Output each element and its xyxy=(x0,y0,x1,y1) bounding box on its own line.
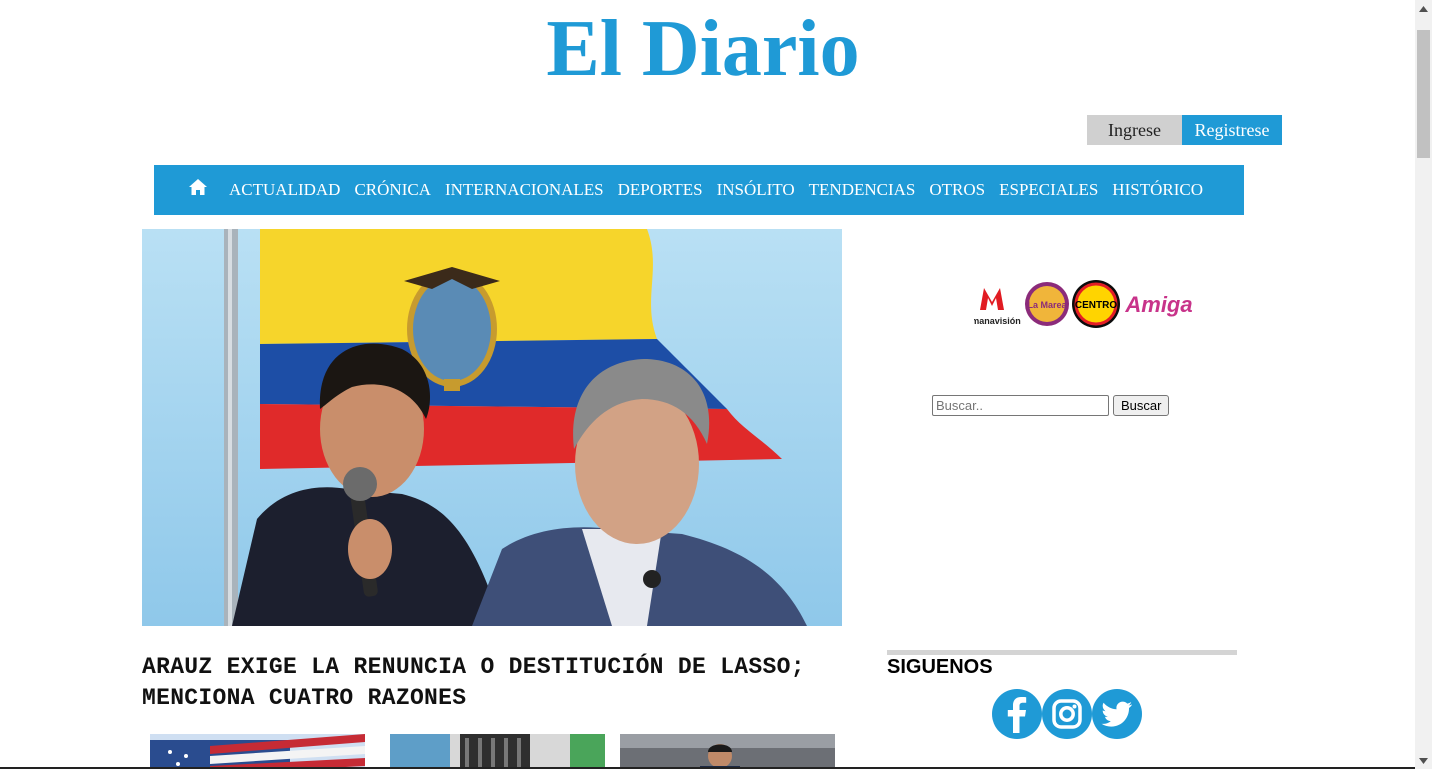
scroll-up-icon[interactable] xyxy=(1415,0,1432,17)
auth-buttons: Ingrese Registrese xyxy=(1087,115,1282,145)
site-logo[interactable]: El Diario xyxy=(0,0,1406,92)
headline[interactable]: ARAUZ EXIGE LA RENUNCIA O DESTITUCIÓN DE… xyxy=(142,652,842,714)
vertical-scrollbar[interactable] xyxy=(1415,0,1432,769)
nav-item-tendencias[interactable]: TENDENCIAS xyxy=(809,180,916,200)
search-button[interactable]: Buscar xyxy=(1113,395,1170,416)
site-logo-text[interactable]: El Diario xyxy=(546,6,859,92)
nav-item-deportes[interactable]: DEPORTES xyxy=(618,180,703,200)
nav-item-insolito[interactable]: INSÓLITO xyxy=(717,180,795,200)
radio-logo-manavision: manavisión xyxy=(974,316,1021,326)
radio-logo-amiga: Amiga xyxy=(1124,292,1192,317)
search-input[interactable] xyxy=(932,395,1109,416)
instagram-icon[interactable] xyxy=(1042,689,1092,739)
nav-item-especiales[interactable]: ESPECIALES xyxy=(999,180,1098,200)
follow-title: SIGUENOS xyxy=(887,656,993,678)
home-icon[interactable] xyxy=(188,177,208,197)
radio-logo-centro: CENTRO xyxy=(1075,300,1117,311)
hero-image[interactable] xyxy=(142,229,842,626)
nav-item-otros[interactable]: OTROS xyxy=(929,180,985,200)
thumbnail-2[interactable] xyxy=(390,734,605,769)
nav-item-actualidad[interactable]: ACTUALIDAD xyxy=(229,180,340,200)
nav-item-internacionales[interactable]: INTERNACIONALES xyxy=(445,180,604,200)
scrollbar-thumb[interactable] xyxy=(1417,30,1430,158)
thumbnail-3[interactable] xyxy=(620,734,835,769)
radio-logos[interactable]: manavisión La Marea CENTRO Amiga xyxy=(971,278,1194,332)
page: El Diario Ingrese Registrese ACTUALIDAD … xyxy=(0,0,1415,769)
scroll-down-icon[interactable] xyxy=(1415,752,1432,769)
nav-item-cronica[interactable]: CRÓNICA xyxy=(354,180,431,200)
register-button[interactable]: Registrese xyxy=(1182,115,1282,145)
nav-item-historico[interactable]: HISTÓRICO xyxy=(1112,180,1203,200)
thumbnail-1[interactable] xyxy=(150,734,365,769)
login-button[interactable]: Ingrese xyxy=(1087,115,1182,145)
search-form: Buscar xyxy=(932,395,1170,416)
radio-logo-la-marea: La Marea xyxy=(1027,300,1067,310)
twitter-icon[interactable] xyxy=(1092,689,1142,739)
facebook-icon[interactable] xyxy=(992,689,1042,739)
main-nav: ACTUALIDAD CRÓNICA INTERNACIONALES DEPOR… xyxy=(154,165,1244,215)
